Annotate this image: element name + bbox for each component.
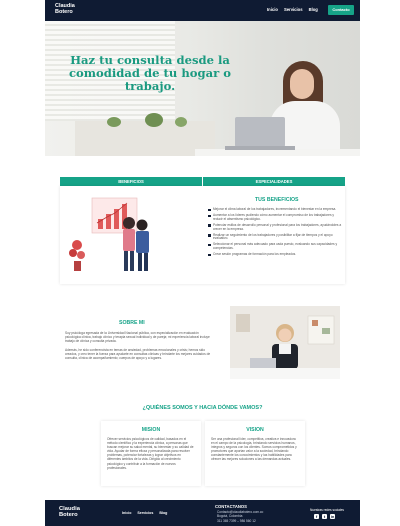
top-navbar: Claudia Botero Inicio Servicios Blog Con…: [45, 0, 360, 21]
vision-text: Ser una profesional líder, competitiva, …: [211, 437, 297, 462]
footer-nav-servicios[interactable]: Servicios: [137, 511, 153, 515]
contact-button[interactable]: Contacto: [328, 5, 354, 15]
tabs: BENEFICIOS ESPECIALIDADES: [60, 177, 345, 186]
list-item: Crear sesión programas de formación para…: [208, 252, 343, 257]
who-section-title: ¿QUIÉNES SOMOS Y HACIA DÓNDE VAMOS?: [142, 405, 263, 411]
plant-image: [107, 117, 121, 127]
list-item: Mejorar el clima laboral de los trabajad…: [208, 207, 343, 212]
about-text: Soy psicóloga egresada de la Universidad…: [65, 331, 215, 360]
woman-face-image: [290, 69, 314, 99]
list-item: Seleccionar el personal más adecuado par…: [208, 243, 343, 251]
twitter-icon[interactable]: t: [322, 514, 327, 519]
psychologist-photo: [230, 306, 340, 379]
contact-phone[interactable]: 311 365 7399 – 986 560 12: [217, 519, 256, 523]
shelf-image: [75, 121, 215, 156]
footer: Claudia Botero Inicio Servicios Blog CON…: [45, 500, 360, 526]
desk-image: [195, 149, 360, 156]
hero-title: Haz tu consulta desde la comodidad de tu…: [68, 53, 232, 93]
tab-beneficios[interactable]: BENEFICIOS: [60, 177, 202, 186]
about-title: SOBRE MI: [119, 320, 145, 326]
vision-title: VISION: [246, 427, 264, 433]
list-item: Realizar un seguimiento de los trabajado…: [208, 233, 343, 242]
main-nav: Inicio Servicios Blog: [267, 7, 318, 12]
contact-address: Bogotá, Colombia: [217, 514, 243, 518]
footer-nav-blog[interactable]: Blog: [159, 511, 167, 515]
facebook-icon[interactable]: f: [314, 514, 319, 519]
list-item: Aumentar a los líderes pudiendo cómo aum…: [208, 213, 343, 222]
hero-banner: Haz tu consulta desde la comodidad de tu…: [45, 21, 360, 156]
mission-title: MISION: [141, 427, 161, 433]
laptop-base-image: [225, 146, 295, 150]
footer-nav: Inicio Servicios Blog: [122, 511, 167, 515]
benefits-list: Mejorar el clima laboral de los trabajad…: [208, 207, 343, 259]
about-paragraph-1: Soy psicóloga egresada de la Universidad…: [65, 331, 210, 344]
footer-logo[interactable]: Claudia Botero: [59, 506, 80, 518]
footer-nav-inicio[interactable]: Inicio: [122, 511, 131, 515]
logo-line-2: Botero: [55, 9, 73, 15]
nav-servicios[interactable]: Servicios: [284, 7, 303, 12]
contact-email[interactable]: Contacto@claudiabotero.com.co: [217, 510, 263, 514]
logo[interactable]: Claudia Botero: [55, 3, 75, 15]
social-title: Nuestras redes sociales: [310, 508, 345, 512]
tab-especialidades[interactable]: ESPECIALIDADES: [202, 177, 345, 186]
mission-text: Ofrecer servicios psicológicos de calida…: [107, 437, 194, 470]
contact-title: CONTACTANOS: [215, 504, 247, 509]
list-item: Potenciar estilos de desarrollo personal…: [208, 223, 343, 232]
social-links: f t in: [314, 514, 335, 519]
people-chart-illustration: [69, 197, 149, 271]
page: Claudia Botero Inicio Servicios Blog Con…: [45, 0, 360, 526]
footer-logo-line-2: Botero: [59, 512, 78, 519]
instagram-icon[interactable]: in: [330, 514, 335, 519]
about-paragraph-2: Además, he sido conferencista en temas d…: [65, 347, 211, 361]
benefits-title: TUS BENEFICIOS: [255, 197, 299, 203]
nav-blog[interactable]: Blog: [309, 7, 318, 12]
laptop-image: [235, 117, 285, 147]
plant-image: [175, 117, 187, 127]
vision-card: VISION Ser una profesional líder, compet…: [205, 421, 305, 486]
nav-inicio[interactable]: Inicio: [267, 7, 278, 12]
plant-image: [145, 113, 163, 127]
mission-card: MISION Ofrecer servicios psicológicos de…: [101, 421, 201, 486]
